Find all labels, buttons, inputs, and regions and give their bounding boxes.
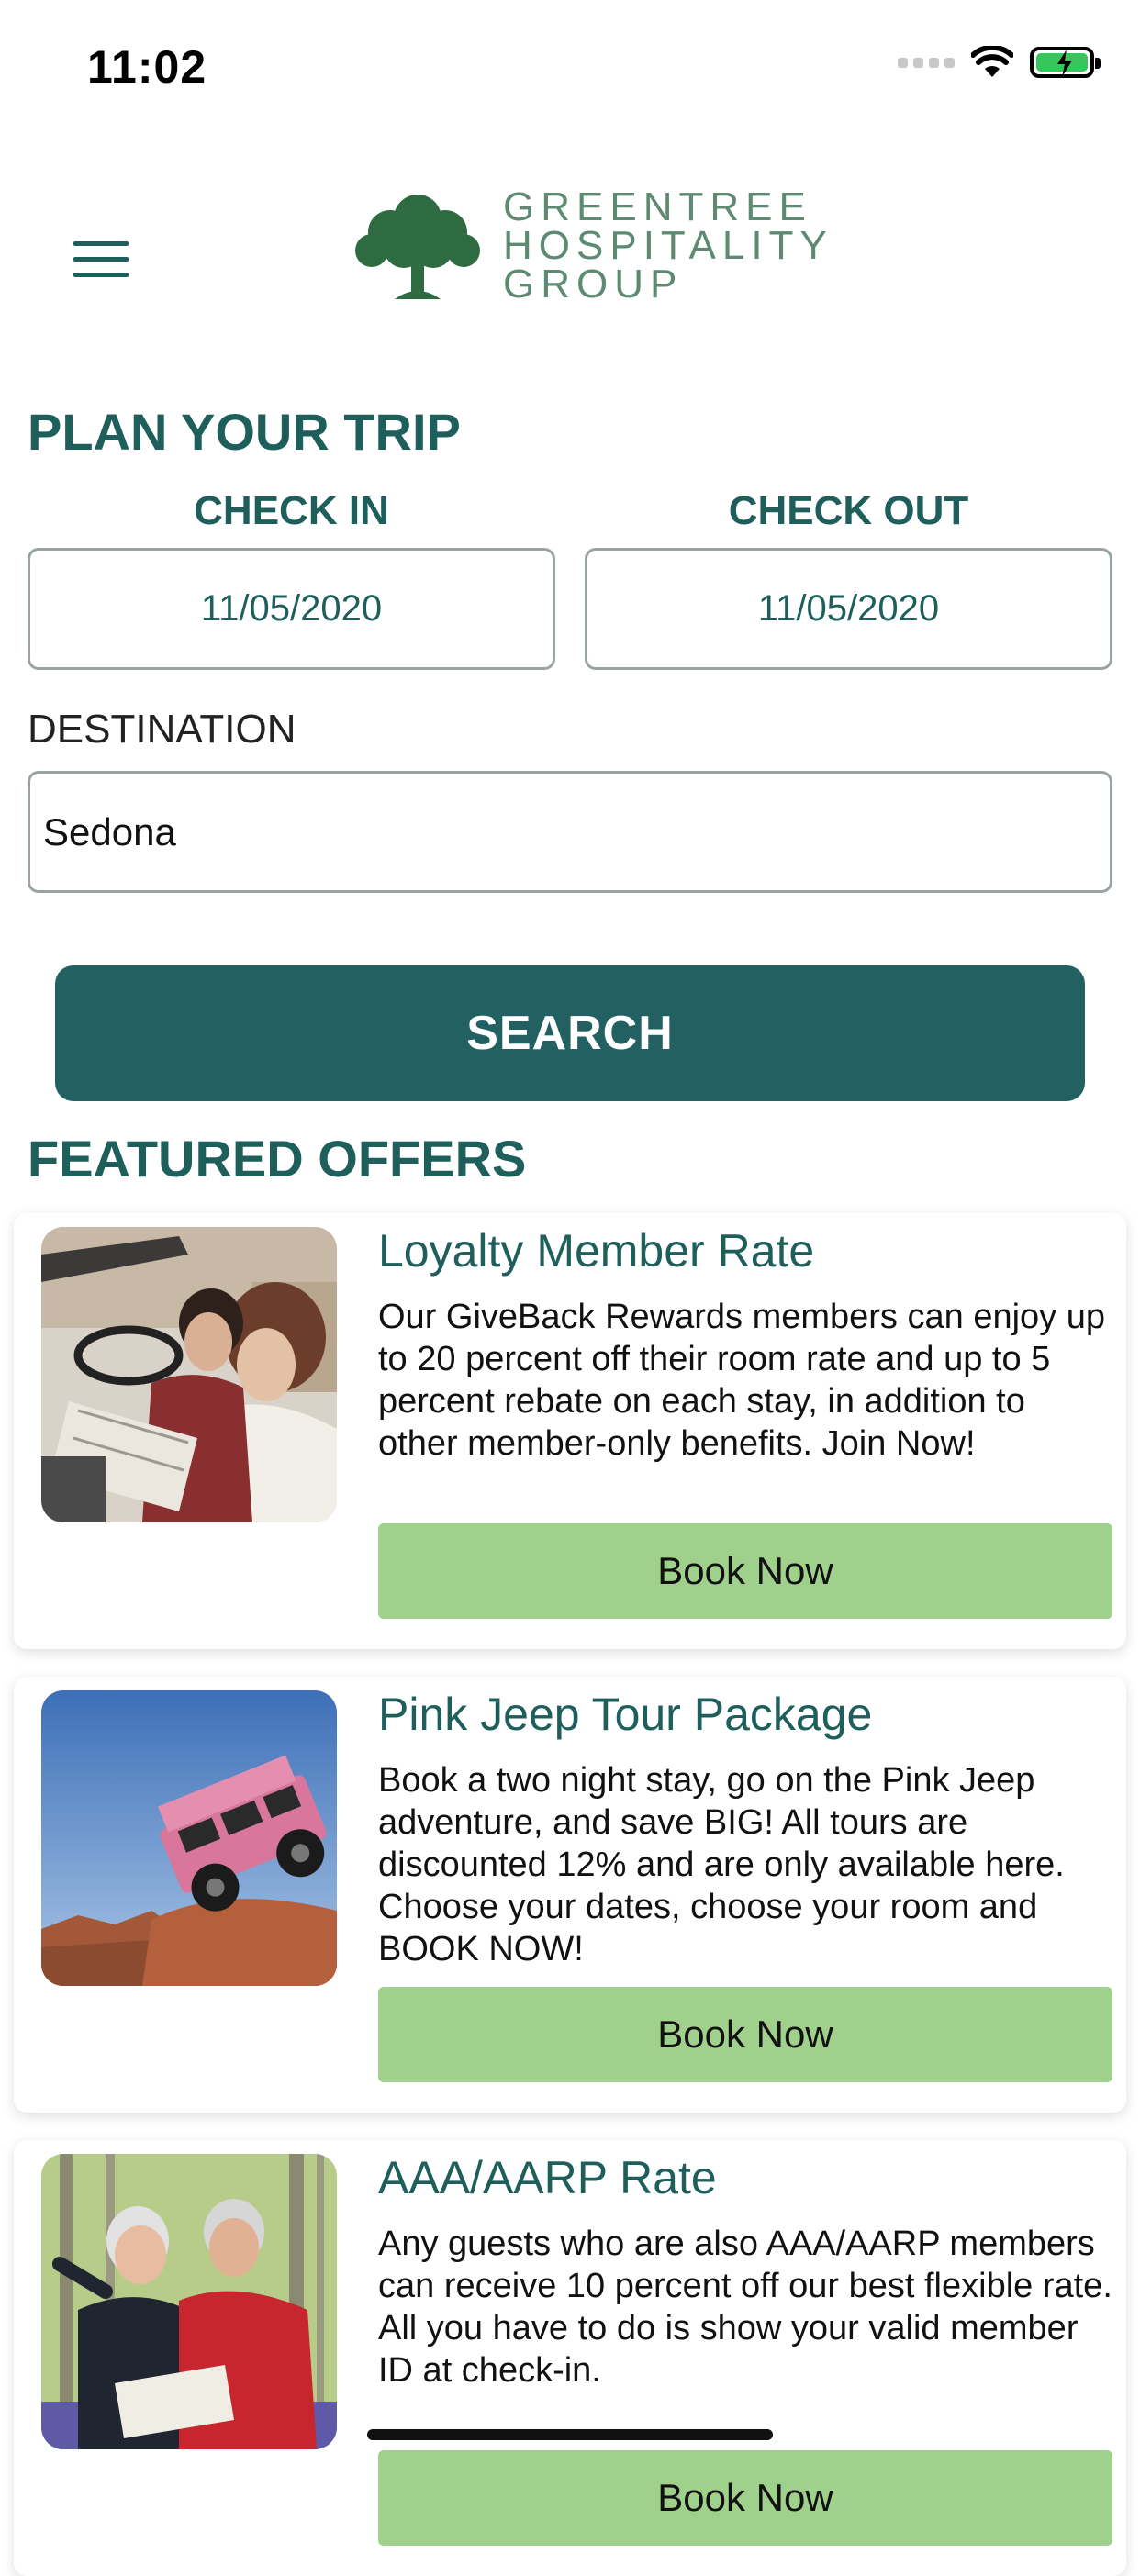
brand-logo: GREENTREE HOSPITALITY GROUP xyxy=(349,184,833,307)
brand-line-3: GROUP xyxy=(503,262,684,307)
check-out-label: CHECK OUT xyxy=(728,488,969,533)
brand-wordmark: GREENTREE HOSPITALITY GROUP xyxy=(503,184,833,307)
check-in-date-field[interactable]: 11/05/2020 xyxy=(28,548,555,670)
status-icons xyxy=(898,46,1101,79)
home-indicator[interactable] xyxy=(367,2429,773,2440)
offer-description: Any guests who are also AAA/AARP members… xyxy=(378,2225,1112,2390)
check-out-date-field[interactable]: 11/05/2020 xyxy=(585,548,1112,670)
search-button[interactable]: SEARCH xyxy=(55,965,1085,1101)
book-now-button[interactable]: Book Now xyxy=(378,1987,1112,2082)
wifi-icon xyxy=(971,46,1013,77)
status-time: 11:02 xyxy=(87,41,207,93)
offer-image-senior-hikers xyxy=(41,2154,337,2449)
cellular-signal-icon xyxy=(898,57,955,68)
destination-label: DESTINATION xyxy=(28,707,296,752)
destination-input[interactable]: Sedona xyxy=(28,771,1112,893)
offer-card-pink-jeep: Pink Jeep Tour Package Book a two night … xyxy=(14,1677,1126,2113)
offer-description: Book a two night stay, go on the Pink Je… xyxy=(378,1761,1065,1968)
featured-offers-heading: FEATURED OFFERS xyxy=(28,1130,527,1188)
check-in-label: CHECK IN xyxy=(194,488,389,533)
plan-trip-heading: PLAN YOUR TRIP xyxy=(28,403,461,461)
book-now-button[interactable]: Book Now xyxy=(378,2450,1112,2546)
tree-logo-icon xyxy=(355,195,480,299)
offer-image-couple-in-car xyxy=(41,1227,337,1522)
offer-image-pink-jeep xyxy=(41,1690,337,1986)
offer-title: Pink Jeep Tour Package xyxy=(378,1689,873,1740)
book-now-button[interactable]: Book Now xyxy=(378,1523,1112,1619)
offer-title: Loyalty Member Rate xyxy=(378,1225,815,1277)
battery-icon xyxy=(1030,47,1101,78)
offer-description: Our GiveBack Rewards members can enjoy u… xyxy=(378,1298,1105,1463)
offer-card-aaa-aarp: AAA/AARP Rate Any guests who are also AA… xyxy=(14,2140,1126,2576)
hamburger-menu-icon[interactable] xyxy=(73,241,129,278)
offer-title: AAA/AARP Rate xyxy=(378,2152,717,2203)
brand-line-2: HOSPITALITY xyxy=(503,223,833,268)
brand-line-1: GREENTREE xyxy=(503,184,812,229)
offer-card-loyalty: Loyalty Member Rate Our GiveBack Rewards… xyxy=(14,1213,1126,1649)
